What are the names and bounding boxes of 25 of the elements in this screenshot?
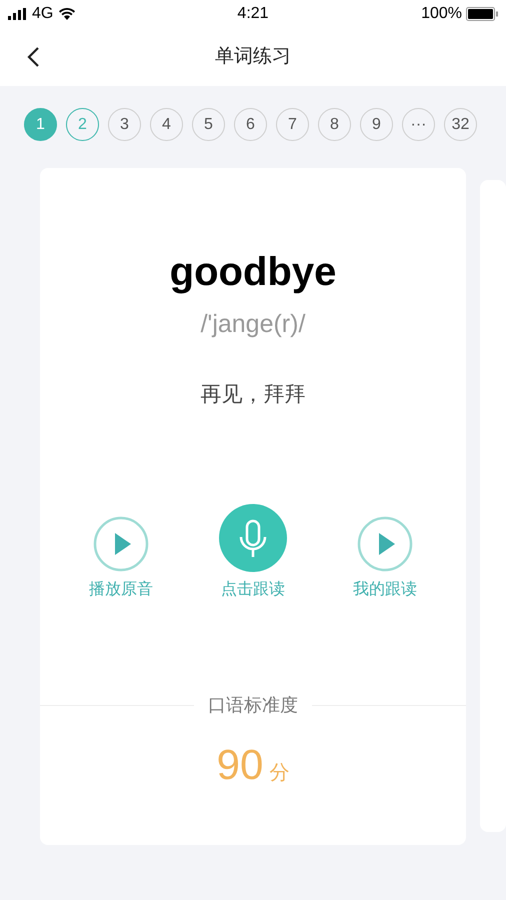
- page-number[interactable]: ···: [402, 108, 435, 141]
- page-number[interactable]: 4: [150, 108, 183, 141]
- play-button-icon: [357, 516, 413, 572]
- page-number[interactable]: 32: [444, 108, 477, 141]
- page-number[interactable]: 5: [192, 108, 225, 141]
- signal-icon: [8, 8, 26, 20]
- page-number[interactable]: 3: [108, 108, 141, 141]
- battery-icon: [466, 7, 498, 21]
- meaning: 再见，拜拜: [200, 382, 306, 408]
- score: 90: [216, 741, 264, 789]
- microphone-icon: [219, 504, 287, 572]
- wifi-icon: [59, 8, 76, 20]
- page-number[interactable]: 8: [318, 108, 351, 141]
- network-label: 4G: [32, 4, 54, 24]
- play-button-icon: [93, 516, 149, 572]
- word: goodbye: [170, 249, 336, 296]
- page-number[interactable]: 9: [360, 108, 393, 141]
- page-title: 单词练习: [215, 44, 291, 69]
- phonetic: /'jange(r)/: [200, 309, 306, 340]
- score-label: 口语标准度: [207, 694, 299, 717]
- page-number[interactable]: 6: [234, 108, 267, 141]
- clock: 4:21: [237, 5, 269, 22]
- battery-percent: 100%: [421, 4, 462, 24]
- page-number[interactable]: 7: [276, 108, 309, 141]
- score-unit: 分: [269, 761, 290, 786]
